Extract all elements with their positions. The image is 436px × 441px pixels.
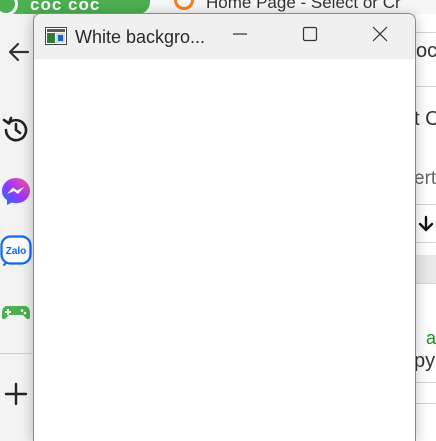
close-button[interactable] — [350, 14, 410, 59]
background-tab-title[interactable]: Home Page - Select or Cr — [206, 0, 401, 11]
maximize-button[interactable] — [280, 14, 340, 59]
window-titlebar[interactable]: White backgro... — [34, 14, 415, 59]
zalo-icon[interactable]: Zalo — [0, 234, 32, 266]
background-tab-strip: coc coc Home Page - Select or Cr — [0, 0, 436, 14]
site-favicon-icon — [174, 0, 194, 10]
background-text: t C — [416, 108, 436, 130]
divider — [416, 242, 436, 243]
add-icon[interactable] — [2, 380, 30, 408]
gamepad-icon[interactable] — [0, 296, 32, 328]
app-icon — [45, 27, 67, 45]
background-text: ert — [416, 168, 436, 189]
background-text: a — [426, 328, 436, 348]
divider — [416, 86, 436, 87]
maximize-icon — [302, 26, 318, 47]
minimize-button[interactable] — [210, 14, 270, 59]
zalo-label: Zalo — [6, 246, 27, 257]
browser-sidebar: Zalo — [0, 14, 34, 441]
background-row — [416, 255, 436, 283]
close-icon — [372, 26, 388, 47]
divider — [416, 403, 436, 404]
coccoc-logo-icon — [0, 0, 18, 14]
divider — [416, 204, 436, 205]
background-tab-label: coc coc — [30, 0, 101, 14]
white-background-window[interactable]: White backgro... — [33, 13, 416, 441]
divider — [416, 382, 436, 383]
window-title: White backgro... — [75, 27, 206, 47]
background-text: oc — [416, 40, 436, 62]
minimize-icon — [232, 26, 248, 47]
sidebar-divider — [0, 353, 32, 354]
back-arrow-icon[interactable] — [6, 40, 32, 64]
window-client-area — [34, 59, 415, 441]
background-text: py — [416, 350, 436, 372]
arrow-down-icon[interactable] — [417, 214, 435, 234]
divider — [416, 32, 436, 33]
messenger-icon[interactable] — [0, 175, 32, 207]
background-tab-coccoc[interactable]: coc coc — [0, 0, 150, 14]
background-page-edge: oc t C ert a py — [416, 14, 436, 441]
divider — [416, 283, 436, 284]
history-icon[interactable] — [0, 114, 32, 146]
